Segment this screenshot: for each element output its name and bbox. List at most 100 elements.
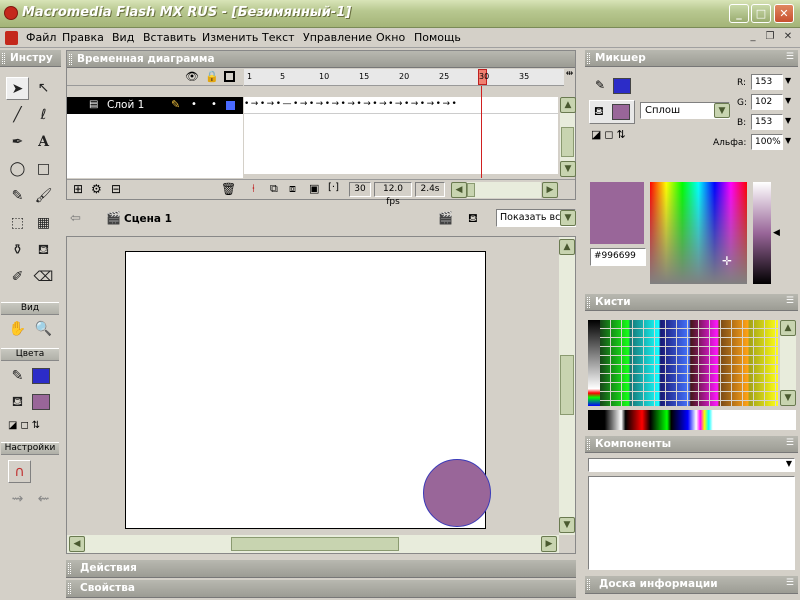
brightness-pointer-icon[interactable]: ◀ — [773, 228, 780, 238]
lasso-tool-icon[interactable]: ℓ — [32, 104, 55, 127]
subselect-tool-icon[interactable]: ↖ — [32, 77, 55, 100]
panel-menu-icon[interactable]: ☰ — [786, 296, 794, 306]
green-spinner-icon[interactable]: ▼ — [785, 96, 791, 105]
panel-menu-icon[interactable]: ☰ — [786, 438, 794, 448]
frame-ruler[interactable]: 1 5 10 15 20 25 30 35 — [244, 69, 564, 86]
line-tool-icon[interactable]: ╱ — [6, 104, 29, 127]
scroll-down-icon[interactable]: ▼ — [560, 161, 576, 177]
components-select[interactable]: ▼ — [588, 458, 795, 472]
minimize-button[interactable]: _ — [729, 4, 749, 23]
free-transform-tool-icon[interactable]: ⬚ — [6, 212, 29, 235]
color-mode-buttons[interactable]: ◪◻⇅ — [8, 420, 58, 434]
fill-color-swatch[interactable] — [32, 394, 50, 410]
blue-input[interactable]: 153 — [751, 114, 783, 130]
vscroll-thumb[interactable] — [560, 355, 574, 415]
eraser-tool-icon[interactable]: ⌫ — [32, 266, 55, 289]
menu-view[interactable]: Вид — [112, 31, 134, 44]
rectangle-tool-icon[interactable]: □ — [32, 158, 55, 181]
panel-menu-icon[interactable]: ☰ — [786, 52, 794, 62]
fill-toggle-button[interactable]: ⛾ — [589, 100, 635, 124]
swatch-colors[interactable] — [600, 320, 778, 406]
swatch-grid[interactable] — [588, 320, 778, 406]
hscroll-thumb[interactable] — [231, 537, 399, 551]
edit-symbols-icon[interactable]: ⛾ — [468, 211, 478, 227]
scroll-thumb[interactable] — [561, 127, 574, 157]
properties-panel-header[interactable]: Свойства — [66, 580, 576, 598]
red-input[interactable]: 153 — [751, 74, 783, 90]
color-spectrum[interactable]: ✛ — [650, 182, 747, 284]
ink-bottle-tool-icon[interactable]: ⚱ — [6, 239, 29, 262]
menu-help[interactable]: Помощь — [414, 31, 461, 44]
outline-icon[interactable] — [224, 71, 235, 82]
stage-hscroll[interactable]: ◀ ▶ — [67, 535, 559, 553]
alpha-input[interactable]: 100% — [751, 134, 783, 150]
pen-tool-icon[interactable]: ✒ — [6, 131, 29, 154]
gradient-swatches[interactable] — [588, 410, 796, 430]
green-input[interactable]: 102 — [751, 94, 783, 110]
swatches-vscroll[interactable]: ▲ ▼ — [780, 320, 796, 406]
oval-tool-icon[interactable]: ◯ — [6, 158, 29, 181]
hscroll-thumb[interactable] — [467, 183, 475, 197]
frame-rate-field[interactable]: 12.0 fps — [374, 182, 412, 207]
blue-spinner-icon[interactable]: ▼ — [785, 116, 791, 125]
eyedropper-tool-icon[interactable]: ✐ — [6, 266, 29, 289]
panel-menu-icon[interactable]: ☰ — [786, 578, 794, 588]
center-frame-icon[interactable]: ⍿ — [252, 182, 255, 196]
swatches-header[interactable]: Кисти ☰ — [585, 294, 798, 311]
scroll-up-icon[interactable]: ▲ — [560, 97, 576, 113]
stage-vscroll[interactable]: ▲ ▼ — [559, 237, 575, 535]
alpha-spinner-icon[interactable]: ▼ — [785, 136, 791, 145]
mixer-fill-swatch[interactable] — [612, 104, 630, 120]
brush-tool-icon[interactable]: 🖌 — [32, 185, 55, 208]
delete-layer-icon[interactable]: 🗑 — [221, 182, 236, 196]
menu-control[interactable]: Управление — [303, 31, 372, 44]
menu-insert[interactable]: Вставить — [143, 31, 196, 44]
scroll-down-icon[interactable]: ▼ — [559, 517, 575, 533]
brightness-slider[interactable] — [753, 182, 771, 284]
scroll-up-icon[interactable]: ▲ — [559, 239, 575, 255]
paint-bucket-tool-icon[interactable]: ⛾ — [32, 239, 55, 262]
red-spinner-icon[interactable]: ▼ — [785, 76, 791, 85]
edit-scene-icon[interactable]: 🎬 — [438, 211, 453, 225]
hand-tool-icon[interactable]: ✋ — [6, 318, 29, 341]
add-guide-icon[interactable]: ⚙ — [91, 182, 102, 196]
layer-row[interactable]: ▤ Слой 1 ✎ • • — [67, 97, 243, 114]
mixer-header[interactable]: Микшер ☰ — [585, 50, 798, 67]
add-layer-icon[interactable]: ⊞ — [73, 182, 83, 196]
components-header[interactable]: Компоненты ☰ — [585, 436, 798, 453]
title-bar[interactable]: Macromedia Flash MX RUS - [Безимянный-1]… — [0, 0, 800, 28]
doc-minimize-button[interactable]: _ — [746, 31, 760, 44]
onion-skin-icon[interactable]: ⧉ — [270, 182, 278, 196]
add-folder-icon[interactable]: ⊟ — [111, 182, 121, 196]
zoom-select[interactable]: Показать все ▼ — [496, 209, 576, 227]
flash-app-icon[interactable] — [4, 6, 18, 20]
tools-panel-header[interactable]: Инстру — [0, 50, 61, 67]
fill-style-dropdown-icon[interactable]: ▼ — [714, 103, 730, 118]
hex-input[interactable]: #996699 — [590, 248, 646, 266]
menu-window[interactable]: Окно — [376, 31, 405, 44]
layer-frames[interactable]: •→•→•—•→•→•→•→•→•→•→•→•→•→• — [244, 97, 558, 114]
scroll-right-icon[interactable]: ▶ — [541, 536, 557, 552]
zoom-tool-icon[interactable]: 🔍 — [32, 318, 55, 341]
components-list[interactable] — [588, 476, 795, 570]
scroll-down-icon[interactable]: ▼ — [780, 390, 796, 406]
layer-visible-dot[interactable]: • — [191, 99, 197, 110]
lock-icon[interactable]: 🔒 — [205, 70, 219, 83]
straighten-option-icon[interactable]: ⇜ — [32, 488, 55, 511]
eye-icon[interactable]: 👁 — [185, 70, 199, 83]
scroll-left-icon[interactable]: ◀ — [69, 536, 85, 552]
stroke-color-swatch[interactable] — [32, 368, 50, 384]
text-tool-icon[interactable]: A — [32, 131, 55, 154]
actions-panel-header[interactable]: Действия — [66, 560, 576, 578]
timeline-hscroll[interactable] — [467, 182, 541, 198]
pencil-tool-icon[interactable]: ✎ — [6, 185, 29, 208]
reference-panel-header[interactable]: Доска информации ☰ — [585, 576, 798, 594]
layer-lock-dot[interactable]: • — [211, 99, 217, 110]
onion-markers-icon[interactable]: [·] — [328, 182, 339, 193]
scroll-up-icon[interactable]: ▲ — [780, 320, 796, 336]
close-button[interactable]: ✕ — [774, 4, 794, 23]
empty-frames-area[interactable] — [244, 114, 558, 174]
timeline-header[interactable]: Временная диаграмма — [67, 51, 575, 68]
zoom-dropdown-icon[interactable]: ▼ — [560, 210, 576, 226]
components-dropdown-icon[interactable]: ▼ — [786, 459, 792, 468]
